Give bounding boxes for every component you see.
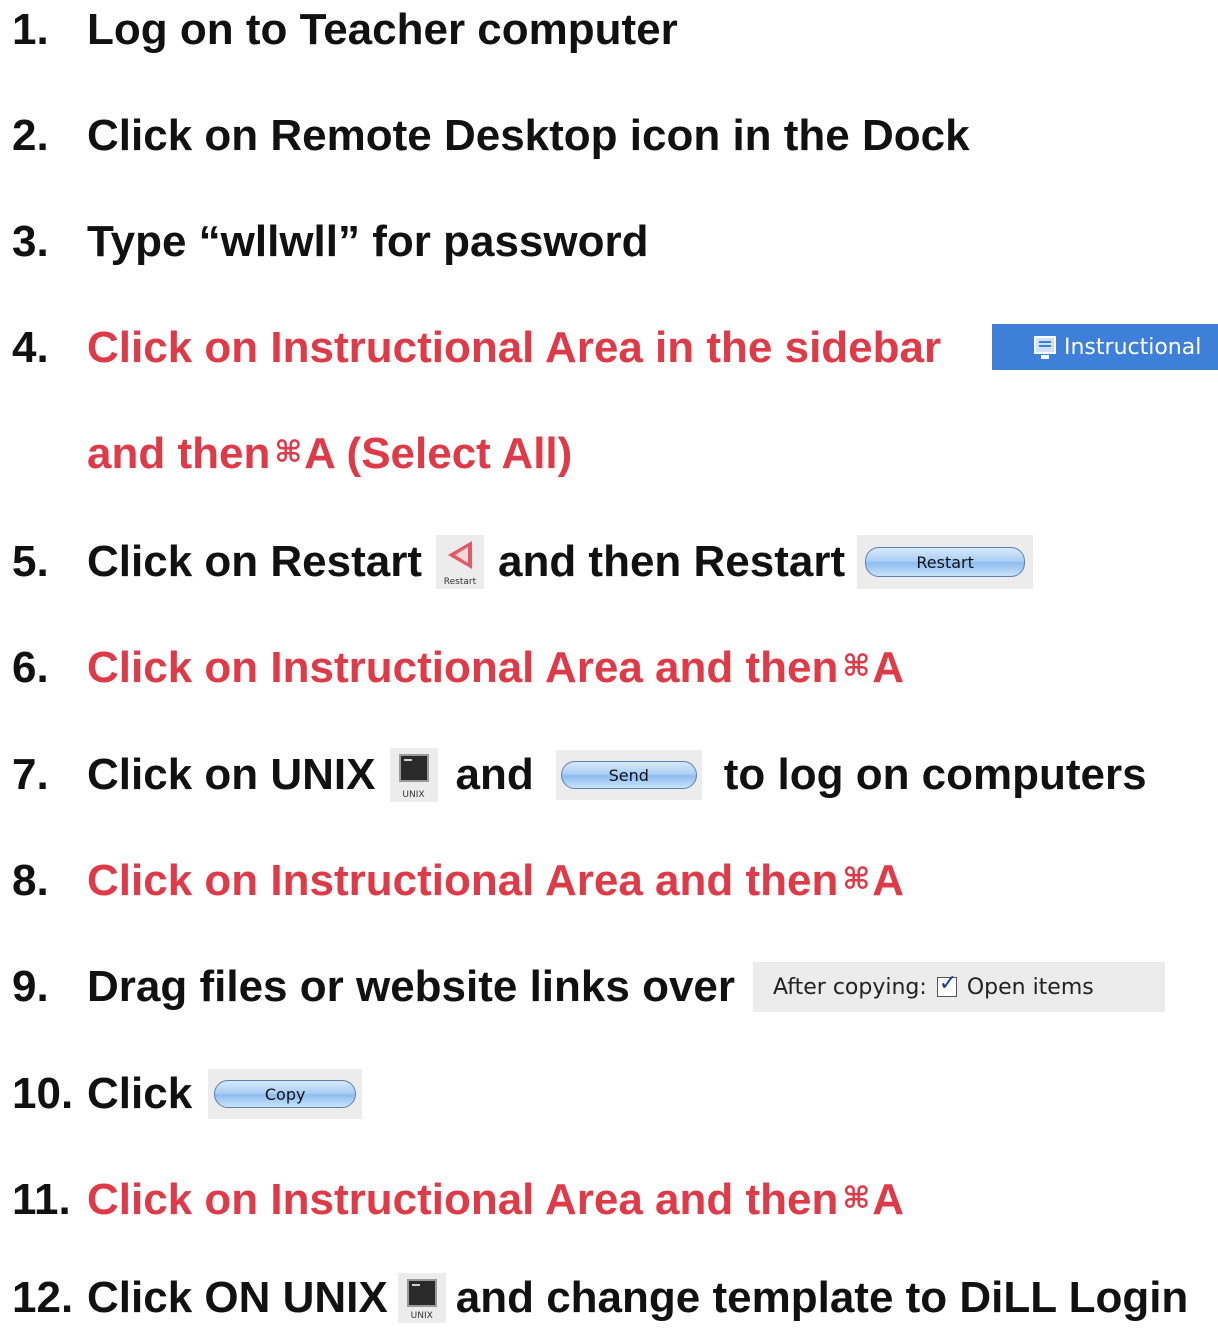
send-button-panel: Send	[555, 750, 702, 800]
step-text: Click on UNIX	[87, 750, 376, 799]
unix-icon-caption: UNIX	[402, 790, 425, 800]
sidebar-item-label: Instructional	[1064, 334, 1202, 360]
step-text: and then Restart	[497, 537, 846, 586]
step-text: Log on to Teacher computer	[87, 5, 678, 54]
command-key-icon: ⌘	[274, 435, 303, 469]
step-body: Click ON UNIX UNIX and change template t…	[87, 1273, 1188, 1323]
unix-icon-caption: UNIX	[410, 1311, 433, 1321]
step-number: 9.	[12, 962, 49, 1011]
computer-group-icon-base	[1041, 355, 1049, 359]
step-body: Click Copy	[87, 1069, 363, 1119]
step-body: and then ⌘ A (Select All)	[87, 429, 572, 479]
step-text: Click on Restart	[87, 537, 422, 586]
step-body: Click on Instructional Area and then ⌘ A	[87, 643, 904, 693]
checkmark-icon: ✓	[938, 971, 958, 996]
step-body: Click on UNIX UNIX and Send to log on co…	[87, 748, 1147, 802]
step-text: Type “wllwll” for password	[87, 217, 649, 266]
after-copying-option: After copying: ✓ Open items	[753, 962, 1166, 1012]
step-text: Click on Instructional Area and then	[87, 643, 839, 692]
step-number: 7.	[12, 750, 49, 799]
step-text: Click ON UNIX	[87, 1273, 388, 1322]
command-key-icon: ⌘	[842, 649, 871, 683]
step-text: A	[872, 856, 904, 905]
send-button[interactable]: Send	[560, 761, 697, 789]
step-body: Click on Instructional Area in the sideb…	[87, 323, 941, 373]
step-number: 4.	[12, 323, 49, 372]
step-text: to log on computers	[723, 750, 1147, 799]
restart-button[interactable]: Restart	[865, 547, 1026, 577]
step-text: A	[872, 1175, 904, 1224]
terminal-icon	[406, 1279, 437, 1307]
after-copying-label: After copying:	[773, 974, 927, 1000]
step-text: and then	[87, 429, 271, 478]
step-text: Click on Instructional Area and then	[87, 856, 839, 905]
computer-group-icon	[1034, 336, 1056, 354]
step-number: 1.	[12, 5, 49, 54]
step-text: Click on Instructional Area and then	[87, 1175, 839, 1224]
step-body: Drag files or website links over After c…	[87, 962, 1166, 1012]
restart-icon-caption: Restart	[443, 577, 477, 587]
step-text: Click on Instructional Area in the sideb…	[87, 323, 942, 372]
step-body: Click on Instructional Area and then ⌘ A	[87, 856, 904, 906]
step-text: Drag files or website links over	[87, 962, 736, 1011]
sidebar-item-instructional[interactable]: Instructional	[992, 324, 1218, 370]
restart-icon	[447, 541, 472, 569]
step-body: Click on Restart Restart and then Restar…	[87, 535, 1034, 589]
step-number: 8.	[12, 856, 49, 905]
open-items-checkbox[interactable]: ✓	[936, 971, 958, 997]
step-text: Click on Remote Desktop icon in the Dock	[87, 111, 970, 160]
step-text: and change template to DiLL Login	[455, 1273, 1189, 1322]
step-number: 12.	[12, 1273, 74, 1322]
step-text: A	[872, 643, 904, 692]
step-number: 2.	[12, 111, 49, 160]
step-number: 6.	[12, 643, 49, 692]
unix-toolbar-button[interactable]: UNIX	[397, 1273, 446, 1323]
unix-toolbar-button[interactable]: UNIX	[389, 748, 438, 802]
copy-button-panel: Copy	[208, 1069, 363, 1119]
step-number: 10.	[12, 1069, 74, 1118]
restart-button-panel: Restart	[857, 535, 1034, 589]
step-text: Click	[87, 1069, 193, 1118]
step-text: and	[455, 750, 534, 799]
step-text: A (Select All)	[304, 429, 573, 478]
step-number: 5.	[12, 537, 49, 586]
copy-button[interactable]: Copy	[214, 1080, 357, 1108]
restart-toolbar-button[interactable]: Restart	[435, 535, 484, 589]
command-key-icon: ⌘	[842, 862, 871, 896]
terminal-icon	[398, 754, 429, 782]
step-number: 3.	[12, 217, 49, 266]
command-key-icon: ⌘	[842, 1181, 871, 1215]
open-items-label: Open items	[966, 974, 1094, 1000]
step-number: 11.	[12, 1175, 71, 1224]
step-body: Click on Instructional Area and then ⌘ A	[87, 1175, 904, 1225]
